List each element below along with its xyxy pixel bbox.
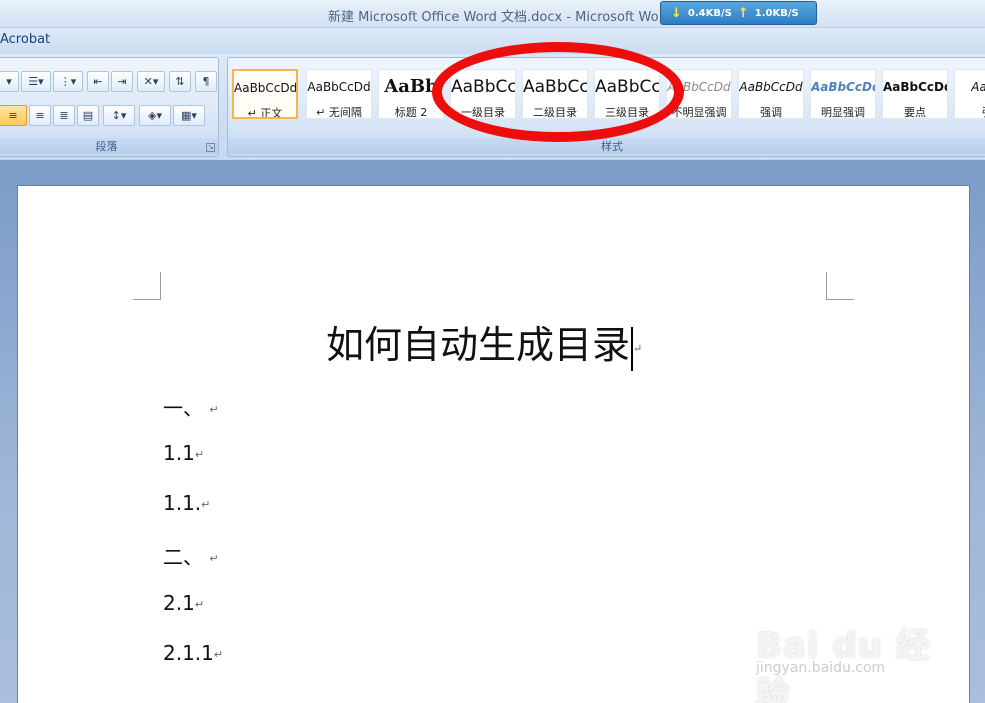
style-emphasis[interactable]: AaBbCcDd 强调 [738,69,804,119]
justify-button[interactable]: ≣ [53,105,75,126]
style-toc-2[interactable]: AaBbCc 二级目录 [522,69,588,119]
style-sample: AaBbCcDd [739,80,803,94]
style-name: 二级目录 [533,106,577,119]
upload-speed: 1.0KB/S [754,7,799,19]
sort-button[interactable]: ⇅ [169,71,191,92]
upload-arrow-icon: ↑ [737,5,749,21]
document-page[interactable]: 如何自动生成目录 ↵ 一、 ↵ 1.1↵ 1.1.↵ 二、 ↵ 2.1↵ 2.1.… [17,185,970,703]
style-name: 引 [955,104,985,118]
style-name: 不明显强调 [671,106,727,119]
style-toc-1[interactable]: AaBbCc 一级目录 [450,69,516,119]
document-area[interactable]: 如何自动生成目录 ↵ 一、 ↵ 1.1↵ 1.1.↵ 二、 ↵ 2.1↵ 2.1.… [0,160,985,703]
doc-line-3[interactable]: 1.1.↵ [163,491,210,515]
style-name: 强调 [760,106,782,119]
numbering-button[interactable]: ☰▾ [21,71,51,92]
paragraph-mark-icon: ↵ [194,598,205,611]
style-sample: AaBb [971,80,985,94]
style-heading-2[interactable]: AaBb 标题 2 [378,69,444,119]
style-intense-emphasis[interactable]: AaBbCcDd 明显强调 [810,69,876,119]
tab-acrobat[interactable]: Acrobat [0,32,50,47]
doc-line-4[interactable]: 二、 ↵ [163,541,219,570]
paragraph-mark-icon: ↵ [633,342,643,355]
style-sample: AaBbCcDd [883,80,947,94]
network-speed-widget[interactable]: ↓ 0.4KB/S ↑ 1.0KB/S [660,1,817,25]
paragraph-mark-icon: ↵ [194,448,205,461]
styles-group-label: 样式 [228,138,985,154]
document-title[interactable]: 如何自动生成目录 ↵ [326,314,642,371]
doc-line-6[interactable]: 2.1.1↵ [163,641,223,665]
paragraph-mark-icon: ↵ [201,498,211,511]
style-toc-3[interactable]: AaBbCc 三级目录 [594,69,660,119]
crop-mark-right [826,272,854,300]
paragraph-mark-icon: ↵ [209,552,219,565]
doc-line-1[interactable]: 一、 ↵ [163,392,219,421]
doc-line-text: 2.1 [163,591,195,615]
crop-mark-left [133,272,161,300]
style-name: 一级目录 [461,106,505,119]
style-sample: AaBbCcDd [234,81,296,95]
style-name: 标题 2 [394,106,428,119]
download-arrow-icon: ↓ [671,5,682,21]
style-name: 三级目录 [605,106,649,119]
style-sample: AaBbCc [595,77,659,97]
ribbon-tab-bar: Acrobat [0,28,985,54]
doc-line-text: 一、 [163,396,203,420]
paragraph-group: ▾ ☰▾ ⋮▾ ⇤ ⇥ ✕▾ ⇅ ¶ ≡ ≡ ≣ ▤ ↕▾ ◈▾ ▦▾ 段落 ↘ [0,57,219,157]
increase-indent-button[interactable]: ⇥ [111,71,133,92]
distributed-button[interactable]: ▤ [77,105,99,126]
style-sample: AaBbCc [451,77,515,97]
line-spacing-button[interactable]: ↕▾ [103,105,135,126]
paragraph-group-label: 段落 [0,138,218,154]
document-title-text: 如何自动生成目录 [326,323,631,367]
style-sample: AaBb [384,76,438,97]
chinese-layout-button[interactable]: ✕▾ [137,71,165,92]
multilevel-list-button[interactable]: ⋮▾ [53,71,83,92]
show-marks-button[interactable]: ¶ [195,71,217,92]
paragraph-mark-icon: ↵ [209,403,219,416]
doc-line-text: 2.1.1 [163,641,214,665]
doc-line-2[interactable]: 1.1↵ [163,441,204,465]
doc-line-text: 二、 [163,545,203,569]
title-bar: 新建 Microsoft Office Word 文档.docx - Micro… [0,0,985,28]
align-right-button[interactable]: ≡ [29,105,51,126]
shading-button[interactable]: ◈▾ [139,105,171,126]
bullets-dropdown-icon[interactable]: ▾ [0,71,19,92]
paragraph-mark-icon: ↵ [213,648,224,661]
styles-group: AaBbCcDd ↵ 正文 AaBbCcDd ↵ 无间隔 AaBb 标题 2 A… [227,57,985,157]
style-name: ↵ 正文 [247,107,283,119]
ribbon: ▾ ☰▾ ⋮▾ ⇤ ⇥ ✕▾ ⇅ ¶ ≡ ≡ ≣ ▤ ↕▾ ◈▾ ▦▾ 段落 ↘… [0,54,985,160]
style-strong[interactable]: AaBbCcDd 要点 [882,69,948,119]
style-sample: AaBbCc [523,77,587,97]
align-center-button[interactable]: ≡ [0,105,27,126]
style-sample: AaBbCcDd [667,80,731,94]
doc-line-text: 1.1. [163,491,202,515]
doc-line-5[interactable]: 2.1↵ [163,591,204,615]
style-normal[interactable]: AaBbCcDd ↵ 正文 [232,69,298,119]
style-sample: AaBbCcDd [811,80,875,94]
style-subtle-emphasis[interactable]: AaBbCcDd 不明显强调 [666,69,732,119]
style-sample: AaBbCcDd [307,80,371,94]
style-name: 要点 [904,106,926,119]
decrease-indent-button[interactable]: ⇤ [87,71,109,92]
doc-line-text: 1.1 [163,441,195,465]
style-name: ↵ 无间隔 [316,106,362,119]
window-title: 新建 Microsoft Office Word 文档.docx - Micro… [328,10,659,25]
style-no-spacing[interactable]: AaBbCcDd ↵ 无间隔 [306,69,372,119]
style-quote[interactable]: AaBb 引 [954,69,985,119]
style-name: 明显强调 [821,106,865,119]
borders-button[interactable]: ▦▾ [173,105,205,126]
paragraph-dialog-launcher-icon[interactable]: ↘ [206,143,215,152]
download-speed: 0.4KB/S [687,7,732,19]
